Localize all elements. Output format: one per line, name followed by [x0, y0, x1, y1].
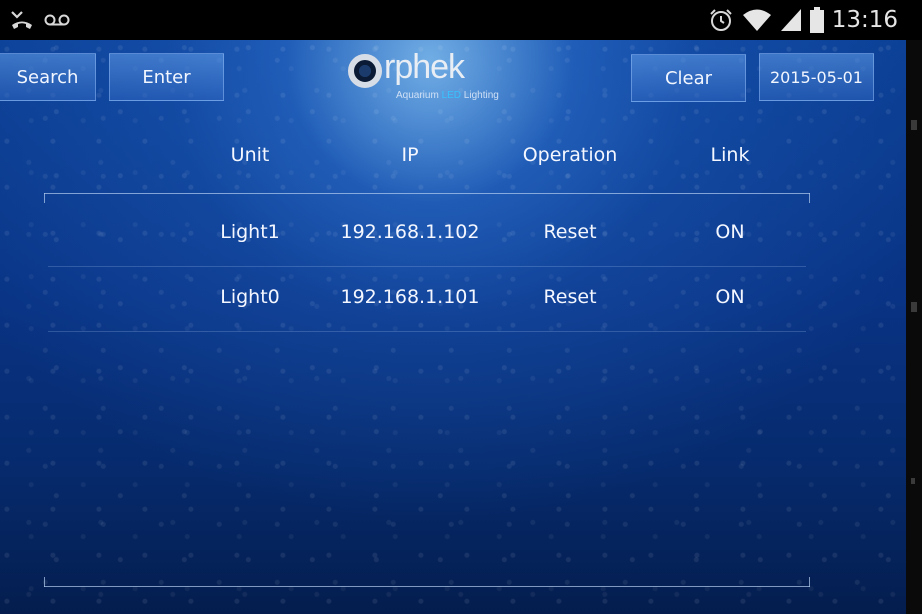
search-button[interactable]: Search: [0, 53, 96, 101]
status-bar: 13:16: [0, 0, 922, 40]
row2-reset-button[interactable]: Reset: [510, 286, 630, 308]
edge-handle-icon: [911, 302, 917, 312]
row-divider: [48, 331, 806, 332]
logo-tagline: Aquarium LED Lighting: [396, 90, 499, 101]
alarm-icon: [709, 9, 732, 31]
row1-ip: 192.168.1.102: [340, 221, 480, 243]
orphek-logo: rphek Aquarium LED Lighting: [348, 48, 508, 106]
row2-link-status[interactable]: ON: [670, 286, 790, 308]
status-left-icons: [10, 6, 70, 34]
signal-icon: [780, 9, 801, 31]
row1-reset-button[interactable]: Reset: [510, 221, 630, 243]
right-edge-strip: [906, 40, 922, 614]
status-time: 13:16: [831, 7, 898, 33]
date-button[interactable]: 2015-05-01: [759, 53, 874, 101]
header-link: Link: [710, 144, 750, 166]
logo-ring-icon: [348, 54, 382, 88]
wifi-icon: [742, 9, 771, 31]
row1-unit: Light1: [220, 221, 280, 243]
header-unit: Unit: [230, 144, 270, 166]
missed-call-icon: [11, 11, 32, 29]
device-table-frame: [44, 193, 810, 587]
app-screen: Search Enter rphek Aquarium LED Lighting…: [0, 40, 906, 614]
logo-tagline-a: Aquarium: [396, 90, 442, 101]
frame-tick-br: [809, 577, 810, 587]
header-operation: Operation: [522, 144, 618, 166]
edge-handle-icon: [911, 120, 917, 130]
frame-tick-tr: [809, 193, 810, 203]
row2-unit: Light0: [220, 286, 280, 308]
row1-link-status[interactable]: ON: [670, 221, 790, 243]
logo-wordmark: rphek: [384, 48, 465, 86]
header-ip: IP: [401, 144, 419, 166]
voicemail-icon: [44, 14, 70, 26]
status-right-icons: 13:16: [708, 5, 898, 35]
logo-tagline-led: LED: [441, 90, 462, 101]
clear-button[interactable]: Clear: [631, 54, 746, 102]
row-divider: [48, 266, 806, 267]
enter-button[interactable]: Enter: [109, 53, 224, 101]
edge-arrow-icon: [911, 478, 915, 484]
frame-tick-tl: [44, 193, 45, 203]
row2-ip: 192.168.1.101: [340, 286, 480, 308]
frame-tick-bl: [44, 577, 45, 587]
logo-tagline-b: Lighting: [461, 90, 499, 101]
battery-icon: [809, 7, 824, 33]
